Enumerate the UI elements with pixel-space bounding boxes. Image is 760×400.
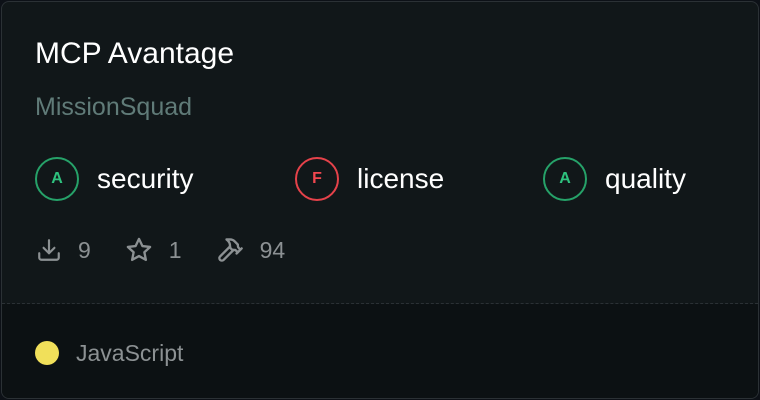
download-icon — [36, 237, 62, 263]
language-name: JavaScript — [76, 340, 184, 366]
downloads-stat: 9 — [36, 237, 91, 264]
license-grade-badge: F — [295, 157, 339, 201]
language-color-dot — [35, 341, 59, 365]
stars-stat: 1 — [125, 236, 182, 264]
card-footer: JavaScript — [2, 304, 758, 398]
license-label: license — [357, 163, 445, 194]
quality-grade-badge: A — [543, 157, 587, 201]
quality-grade: A quality — [543, 155, 686, 203]
security-grade-badge: A — [35, 157, 79, 201]
tools-stat: 94 — [216, 236, 286, 264]
license-grade: F license — [295, 155, 444, 203]
tools-count: 94 — [259, 236, 286, 263]
quality-label: quality — [605, 163, 686, 194]
server-title[interactable]: MCP Avantage — [35, 36, 234, 72]
server-card[interactable]: MCP Avantage MissionSquad A security F l… — [1, 1, 759, 399]
security-label: security — [97, 163, 194, 194]
star-icon — [125, 236, 153, 264]
author-name[interactable]: MissionSquad — [35, 91, 192, 123]
stats-row: 9 1 94 — [36, 234, 319, 266]
security-grade: A security — [35, 155, 193, 203]
hammer-icon — [216, 236, 244, 264]
stars-count: 1 — [168, 236, 182, 263]
downloads-count: 9 — [78, 236, 91, 263]
